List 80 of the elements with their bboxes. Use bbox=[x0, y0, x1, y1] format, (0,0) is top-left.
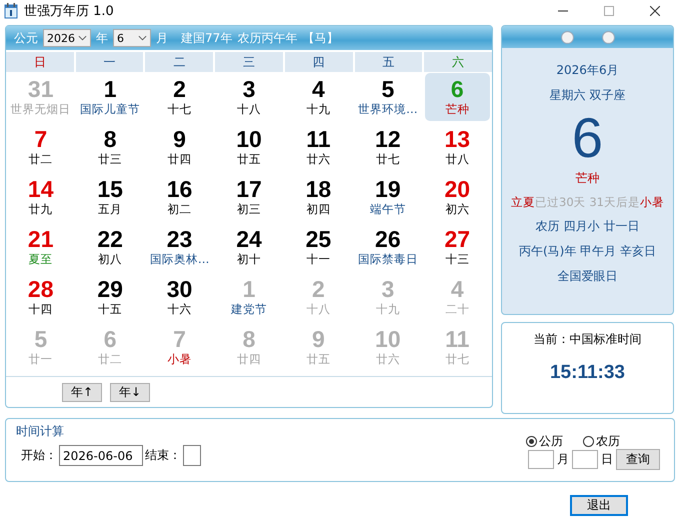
start-date-field[interactable]: 2026-06-06 bbox=[59, 445, 143, 466]
month-select[interactable]: 6 bbox=[113, 29, 151, 47]
day-cell[interactable]: 4 十九 bbox=[286, 73, 352, 121]
day-cell[interactable]: 2 十七 bbox=[146, 73, 212, 121]
day-cell[interactable]: 24 初十 bbox=[216, 223, 282, 271]
day-cell[interactable]: 20 初六 bbox=[424, 173, 490, 221]
day-cell[interactable]: 3 十八 bbox=[216, 73, 282, 121]
month-line: 2026年6月 bbox=[556, 62, 619, 79]
calendar-radio[interactable]: 公历 bbox=[526, 433, 563, 450]
weekday-header: 二 bbox=[145, 52, 214, 72]
day-cell[interactable]: 12 廿七 bbox=[355, 123, 421, 171]
chevron-icon bbox=[78, 35, 87, 41]
day-cell[interactable]: 1 建党节 bbox=[216, 273, 282, 321]
day-cell[interactable]: 26 国际禁毒日 bbox=[355, 223, 421, 271]
day-cell[interactable]: 13 廿八 bbox=[424, 123, 490, 171]
end-date-field[interactable] bbox=[183, 445, 201, 466]
day-cell[interactable]: 15 五月 bbox=[77, 173, 143, 221]
exit-button[interactable]: 退出 bbox=[570, 495, 628, 516]
day-cell[interactable]: 19 端午节 bbox=[355, 173, 421, 221]
day-cell[interactable]: 14 廿九 bbox=[8, 173, 74, 221]
ring-icon bbox=[602, 30, 614, 44]
day-cell[interactable]: 16 初二 bbox=[146, 173, 212, 221]
calendar-radio[interactable]: 农历 bbox=[583, 433, 620, 450]
start-label: 开始： bbox=[21, 447, 57, 464]
number-field[interactable] bbox=[528, 450, 554, 469]
lunar-date: 农历 四月小 廿一日 bbox=[536, 218, 640, 235]
day-cell[interactable]: 27 十三 bbox=[424, 223, 490, 271]
day-cell[interactable]: 22 初八 bbox=[77, 223, 143, 271]
chevron-icon bbox=[138, 35, 147, 41]
day-cell[interactable]: 9 廿四 bbox=[146, 123, 212, 171]
month-unit: 月 bbox=[156, 30, 168, 46]
day-cell[interactable]: 7 廿二 bbox=[8, 123, 74, 171]
close-icon[interactable] bbox=[650, 6, 660, 16]
day-cell[interactable]: 30 十六 bbox=[146, 273, 212, 321]
day-cell[interactable]: 29 十五 bbox=[77, 273, 143, 321]
unit-label: 月 bbox=[557, 451, 569, 468]
lunar-year: 农历丙午年 bbox=[237, 30, 298, 46]
solar-term: 芒种 bbox=[576, 170, 600, 187]
ring-icon bbox=[560, 30, 574, 44]
big-day: 6 bbox=[572, 108, 604, 168]
day-cell[interactable]: 23 国际奥林… bbox=[146, 223, 212, 271]
term-countdown: 立夏已过30天 31天后是小暑 bbox=[511, 195, 664, 210]
year-select[interactable]: 2026 bbox=[43, 29, 91, 47]
year-nav-button[interactable]: 年↑ bbox=[62, 382, 102, 402]
query-button[interactable]: 查询 bbox=[616, 449, 660, 470]
weekday-header: 四 bbox=[284, 52, 353, 72]
weekday-line: 星期六 双子座 bbox=[550, 87, 626, 104]
day-cell[interactable]: 18 初四 bbox=[286, 173, 352, 221]
day-cell[interactable]: 6 芒种 bbox=[424, 73, 490, 121]
weekday-header: 五 bbox=[354, 52, 422, 72]
weekday-header: 日 bbox=[6, 52, 74, 72]
day-cell[interactable]: 8 廿三 bbox=[77, 123, 143, 171]
day-cell[interactable]: 7 小暑 bbox=[146, 323, 212, 371]
clock-time: 15:11:33 bbox=[550, 362, 625, 384]
weekday-header: 六 bbox=[424, 52, 492, 72]
end-label: 结束： bbox=[145, 447, 181, 464]
day-cell[interactable]: 11 廿六 bbox=[286, 123, 352, 171]
zodiac-label: 【马】 bbox=[302, 30, 338, 46]
maximize-icon[interactable] bbox=[604, 6, 614, 16]
day-cell[interactable]: 17 初三 bbox=[216, 173, 282, 221]
festival-name: 全国爱眼日 bbox=[558, 268, 618, 285]
day-cell[interactable]: 1 国际儿童节 bbox=[77, 73, 143, 121]
ganzhi-date: 丙午(马)年 甲午月 辛亥日 bbox=[519, 243, 656, 260]
window-title: 世强万年历 1.0 bbox=[24, 3, 114, 20]
day-cell[interactable]: 21 夏至 bbox=[8, 223, 74, 271]
time-zone: 当前：中国标准时间 bbox=[534, 331, 642, 348]
calendar-icon bbox=[4, 3, 18, 19]
year-unit: 年 bbox=[96, 30, 108, 46]
day-cell[interactable]: 5 世界环境… bbox=[355, 73, 421, 121]
day-cell[interactable]: 28 十四 bbox=[8, 273, 74, 321]
founding-year: 建国77年 bbox=[181, 30, 232, 46]
weekday-header: 三 bbox=[215, 52, 283, 72]
number-field[interactable] bbox=[572, 450, 598, 469]
day-cell[interactable]: 10 廿五 bbox=[216, 123, 282, 171]
era-label: 公元 bbox=[14, 30, 38, 46]
unit-label: 日 bbox=[601, 451, 613, 468]
day-cell[interactable]: 25 十一 bbox=[286, 223, 352, 271]
year-nav-button[interactable]: 年↓ bbox=[110, 382, 150, 402]
section-title: 时间计算 bbox=[16, 423, 64, 440]
weekday-header: 一 bbox=[76, 52, 144, 72]
